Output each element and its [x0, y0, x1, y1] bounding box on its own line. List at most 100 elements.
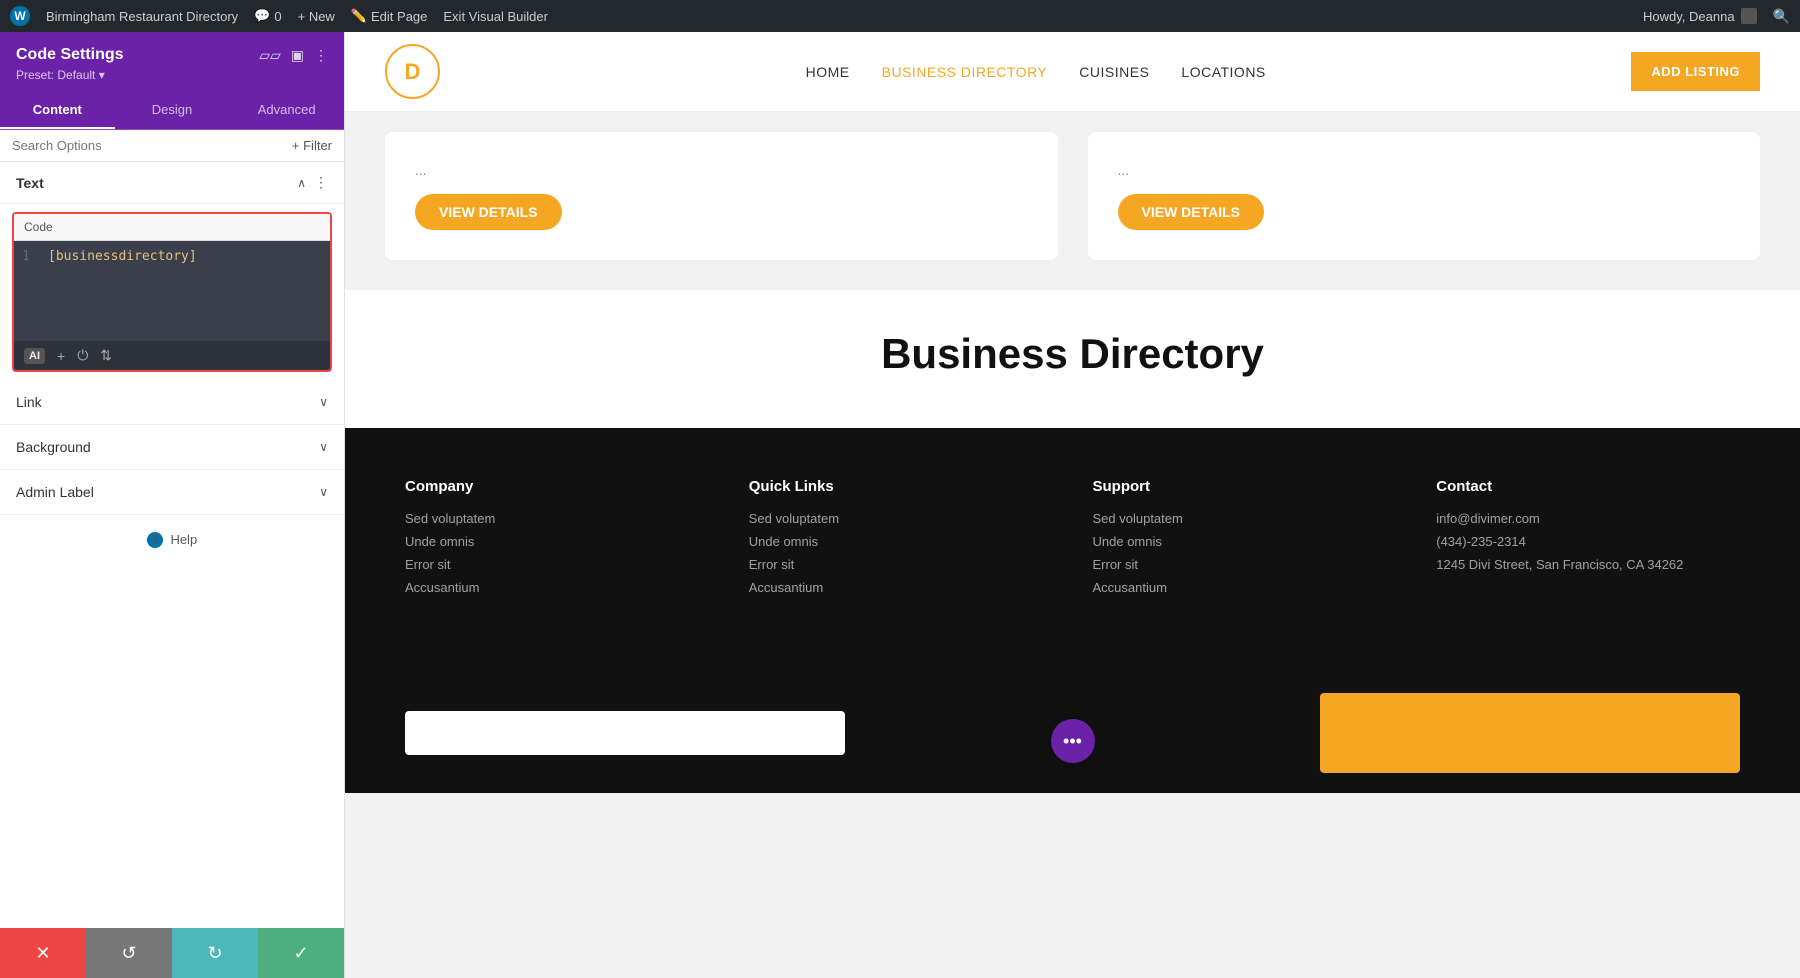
howdy-user[interactable]: Howdy, Deanna — [1643, 8, 1757, 24]
background-chevron-icon: ∨ — [319, 440, 328, 454]
redo-button[interactable]: ↻ — [172, 928, 258, 978]
footer-company-link-3[interactable]: Error sit — [405, 557, 709, 572]
link-chevron-icon: ∨ — [319, 395, 328, 409]
footer-quicklinks-link-3[interactable]: Error sit — [749, 557, 1053, 572]
minimize-icon[interactable]: ▱▱ — [259, 47, 281, 64]
cancel-button[interactable]: ✕ — [0, 928, 86, 978]
exit-builder-link[interactable]: Exit Visual Builder — [443, 9, 548, 24]
search-bar: + Filter — [0, 130, 344, 162]
footer-support-title: Support — [1093, 478, 1397, 495]
footer-company-link-2[interactable]: Unde omnis — [405, 534, 709, 549]
help-circle-icon: ? — [147, 532, 163, 548]
nav-business-directory[interactable]: BUSINESS DIRECTORY — [882, 64, 1048, 80]
edit-page-link[interactable]: ✏️ Edit Page — [351, 8, 428, 24]
move-icon[interactable]: ⇅ — [100, 347, 112, 364]
footer-company-link-4[interactable]: Accusantium — [405, 580, 709, 595]
footer-orange-block — [1320, 693, 1740, 773]
footer-grid: Company Sed voluptatem Unde omnis Error … — [405, 478, 1740, 603]
footer-contact-address[interactable]: 1245 Divi Street, San Francisco, CA 3426… — [1436, 557, 1740, 572]
tab-design[interactable]: Design — [115, 92, 230, 129]
site-name[interactable]: Birmingham Restaurant Directory — [46, 9, 238, 24]
help-section: ? Help — [0, 515, 344, 565]
view-details-button-1[interactable]: VIEW DETAILS — [415, 194, 562, 230]
sidebar-header: Code Settings ▱▱ ▣ ⋮ Preset: Default ▾ — [0, 32, 344, 92]
fab-button[interactable]: ••• — [1051, 719, 1095, 763]
footer-contact-title: Contact — [1436, 478, 1740, 495]
footer-support-link-4[interactable]: Accusantium — [1093, 580, 1397, 595]
view-details-button-2[interactable]: VIEW DETAILS — [1118, 194, 1265, 230]
code-toolbar: AI + ⏻ ⇅ — [14, 341, 330, 370]
footer-contact-phone[interactable]: (434)-235-2314 — [1436, 534, 1740, 549]
footer-contact-email[interactable]: info@divimer.com — [1436, 511, 1740, 526]
code-content[interactable]: [businessdirectory] — [48, 249, 197, 333]
add-code-icon[interactable]: + — [57, 348, 65, 364]
footer-col-contact: Contact info@divimer.com (434)-235-2314 … — [1436, 478, 1740, 603]
more-vert-icon[interactable]: ⋮ — [314, 47, 328, 64]
tab-content[interactable]: Content — [0, 92, 115, 129]
background-section[interactable]: Background ∨ — [0, 425, 344, 470]
sidebar: Code Settings ▱▱ ▣ ⋮ Preset: Default ▾ C… — [0, 32, 345, 978]
footer-support-link-3[interactable]: Error sit — [1093, 557, 1397, 572]
footer-quicklinks-title: Quick Links — [749, 478, 1053, 495]
power-icon[interactable]: ⏻ — [77, 347, 88, 364]
site-nav: HOME BUSINESS DIRECTORY CUISINES LOCATIO… — [806, 64, 1266, 80]
footer-bottom: ••• — [345, 673, 1800, 793]
save-button[interactable]: ✓ — [258, 928, 344, 978]
site-footer: Company Sed voluptatem Unde omnis Error … — [345, 428, 1800, 673]
search-input[interactable] — [12, 138, 292, 153]
text-section-title: Text — [16, 175, 44, 191]
bottom-bar: ✕ ↺ ↻ ✓ — [0, 928, 344, 978]
footer-col-quicklinks: Quick Links Sed voluptatem Unde omnis Er… — [749, 478, 1053, 603]
text-section-header: Text ∧ ⋮ — [0, 162, 344, 204]
ai-badge[interactable]: AI — [24, 348, 45, 364]
footer-search-bar[interactable] — [405, 711, 845, 755]
text-section-menu[interactable]: ⋮ — [314, 174, 328, 191]
undo-button[interactable]: ↺ — [86, 928, 172, 978]
content-area: D HOME BUSINESS DIRECTORY CUISINES LOCAT… — [345, 32, 1800, 978]
footer-quicklinks-link-1[interactable]: Sed voluptatem — [749, 511, 1053, 526]
avatar — [1741, 8, 1757, 24]
add-listing-button[interactable]: ADD LISTING — [1631, 52, 1760, 91]
site-logo: D — [385, 44, 440, 99]
footer-col-support: Support Sed voluptatem Unde omnis Error … — [1093, 478, 1397, 603]
nav-cuisines[interactable]: CUISINES — [1079, 64, 1149, 80]
line-numbers: 1 — [22, 249, 38, 333]
tab-advanced[interactable]: Advanced — [229, 92, 344, 129]
admin-bar: W Birmingham Restaurant Directory 💬 0 + … — [0, 0, 1800, 32]
text-section-chevron[interactable]: ∧ — [297, 176, 306, 190]
admin-label-chevron-icon: ∨ — [319, 485, 328, 499]
footer-support-link-1[interactable]: Sed voluptatem — [1093, 511, 1397, 526]
split-icon[interactable]: ▣ — [291, 47, 304, 64]
footer-company-link-1[interactable]: Sed voluptatem — [405, 511, 709, 526]
footer-quicklinks-link-4[interactable]: Accusantium — [749, 580, 1053, 595]
tab-bar: Content Design Advanced — [0, 92, 344, 130]
sidebar-title: Code Settings — [16, 46, 124, 64]
nav-home[interactable]: HOME — [806, 64, 850, 80]
new-link[interactable]: + New — [298, 9, 335, 24]
help-button[interactable]: ? Help — [147, 532, 197, 547]
footer-company-title: Company — [405, 478, 709, 495]
wordpress-icon[interactable]: W — [10, 6, 30, 26]
footer-quicklinks-link-2[interactable]: Unde omnis — [749, 534, 1053, 549]
sidebar-content: Text ∧ ⋮ Code 1 [businessdirectory] — [0, 162, 344, 928]
footer-col-company: Company Sed voluptatem Unde omnis Error … — [405, 478, 709, 603]
code-editor[interactable]: 1 [businessdirectory] — [14, 241, 330, 341]
footer-support-link-2[interactable]: Unde omnis — [1093, 534, 1397, 549]
card-2-text: ... — [1118, 162, 1130, 178]
link-section[interactable]: Link ∨ — [0, 380, 344, 425]
code-shortcode: [businessdirectory] — [48, 249, 197, 264]
site-header: D HOME BUSINESS DIRECTORY CUISINES LOCAT… — [345, 32, 1800, 112]
card-2: ... VIEW DETAILS — [1088, 132, 1761, 260]
card-1: ... VIEW DETAILS — [385, 132, 1058, 260]
code-label: Code — [14, 214, 330, 241]
admin-label-section-title: Admin Label — [16, 484, 94, 500]
admin-label-section[interactable]: Admin Label ∨ — [0, 470, 344, 515]
search-icon[interactable]: 🔍 — [1773, 8, 1790, 25]
filter-button[interactable]: + Filter — [292, 138, 332, 153]
cards-section: ... VIEW DETAILS ... VIEW DETAILS — [345, 112, 1800, 290]
nav-locations[interactable]: LOCATIONS — [1181, 64, 1265, 80]
code-editor-section: Code 1 [businessdirectory] AI + ⏻ ⇅ — [12, 212, 332, 372]
business-directory-title: Business Directory — [385, 330, 1760, 378]
comments-link[interactable]: 💬 0 — [254, 8, 281, 24]
preset-label[interactable]: Preset: Default ▾ — [16, 68, 328, 82]
